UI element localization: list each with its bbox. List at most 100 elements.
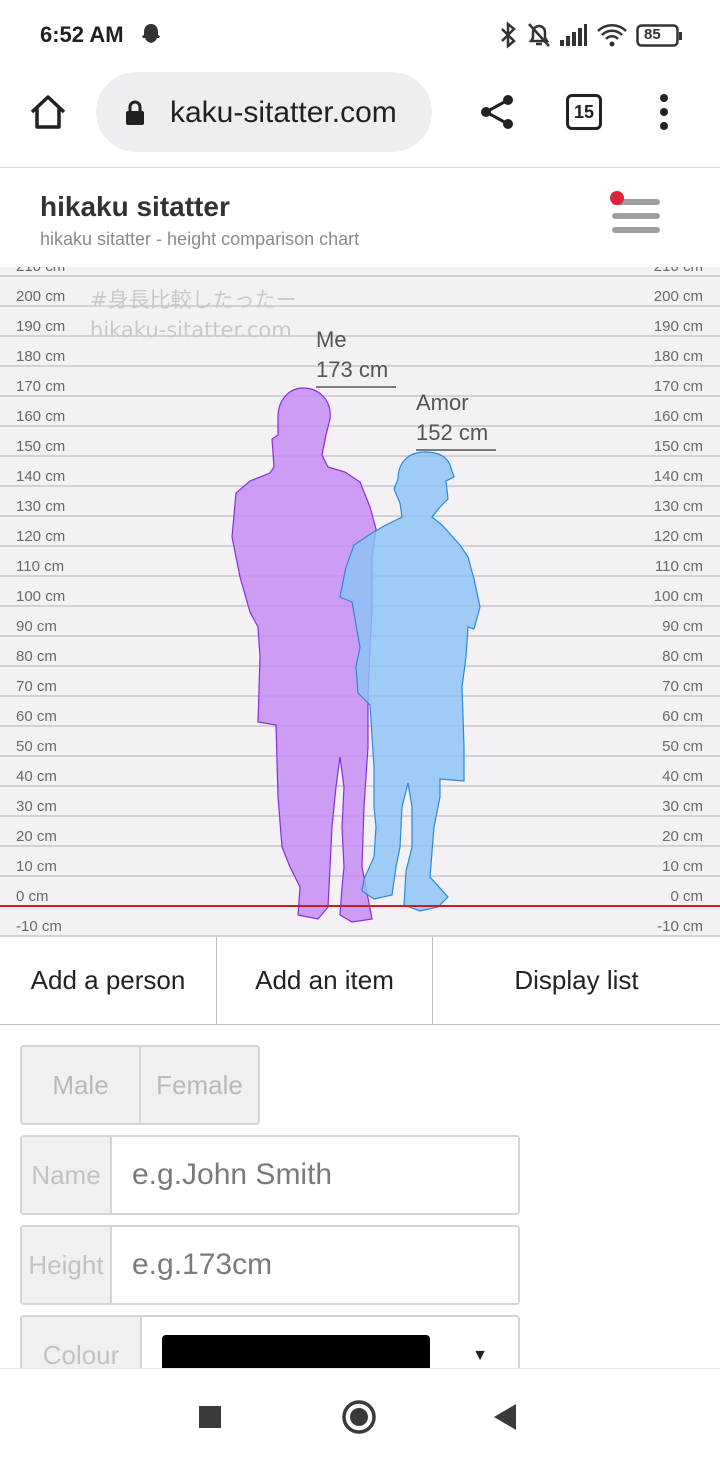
- tick-label-left: 150 cm: [16, 438, 65, 455]
- tick-label-left: 70 cm: [16, 678, 57, 695]
- tick-label-right: 100 cm: [654, 588, 703, 605]
- tick-label-right: 80 cm: [662, 648, 703, 665]
- person-amor-height: 152 cm: [416, 420, 488, 445]
- recents-square-icon[interactable]: [198, 1405, 222, 1434]
- name-input[interactable]: [112, 1137, 518, 1213]
- battery-icon: 85: [636, 24, 684, 53]
- tick-label-right: 110 cm: [655, 558, 703, 575]
- lock-icon: [124, 100, 146, 131]
- tick-label-right: 210 cm: [654, 267, 703, 275]
- tick-labels-left: 210 cm 200 cm 190 cm 180 cm 170 cm 160 cm 150 …: [16, 267, 65, 935]
- system-nav-bar: [0, 1368, 720, 1464]
- tick-label-right: 50 cm: [662, 738, 703, 755]
- tick-label-left: 90 cm: [16, 618, 57, 635]
- wifi-icon: [596, 22, 628, 53]
- tabs-button[interactable]: 15: [566, 94, 602, 130]
- tab-bar: Add a person Add an item Display list: [0, 937, 720, 1025]
- tick-label-left: 180 cm: [16, 348, 65, 365]
- tick-label-left: 210 cm: [16, 267, 65, 275]
- tick-label-right: 150 cm: [654, 438, 703, 455]
- tick-label-right: 10 cm: [662, 858, 703, 875]
- home-icon: [30, 95, 66, 129]
- height-field: Height: [20, 1225, 520, 1305]
- person-me-name: Me: [316, 327, 347, 352]
- tick-label-right: 170 cm: [654, 378, 703, 395]
- tick-label-left: 110 cm: [16, 558, 64, 575]
- tick-label-left: 160 cm: [16, 408, 65, 425]
- colour-select[interactable]: ▼: [142, 1317, 518, 1368]
- tick-labels-right: 210 cm 200 cm 190 cm 180 cm 170 cm 160 cm 150 …: [654, 267, 703, 935]
- tick-label-right: 90 cm: [662, 618, 703, 635]
- home-circle-icon[interactable]: [341, 1399, 377, 1440]
- chevron-down-icon: ▼: [472, 1347, 488, 1364]
- share-icon: [481, 95, 513, 129]
- tick-label-right: 30 cm: [662, 798, 703, 815]
- status-time: 6:52 AM: [40, 22, 124, 47]
- tick-label-right: 0 cm: [670, 888, 703, 905]
- tick-label-left: 60 cm: [16, 708, 57, 725]
- watermark-line-1: #身長比較したったー: [90, 288, 297, 312]
- tick-label-right: 190 cm: [654, 318, 703, 335]
- tick-label-left: 50 cm: [16, 738, 57, 755]
- tick-label-left: 0 cm: [16, 888, 49, 905]
- share-button[interactable]: [478, 92, 518, 132]
- tick-label-right: 180 cm: [654, 348, 703, 365]
- height-chart: 210 cm 200 cm 190 cm 180 cm 170 cm 160 cm 150 …: [0, 267, 720, 937]
- colour-label: Colour: [22, 1317, 142, 1368]
- tick-label-left: 140 cm: [16, 468, 65, 485]
- bell-muted-icon: [526, 20, 552, 55]
- more-vert-button[interactable]: [650, 90, 678, 134]
- tab-add-person[interactable]: Add a person: [0, 937, 216, 1025]
- tick-label-right: 20 cm: [662, 828, 703, 845]
- bluetooth-icon: [498, 20, 518, 55]
- tick-label-right: 130 cm: [654, 498, 703, 515]
- add-person-form: Male Female Name Height Colour ▼: [0, 1025, 720, 1368]
- gender-female-button[interactable]: Female: [139, 1047, 258, 1123]
- back-triangle-icon[interactable]: [492, 1402, 518, 1437]
- status-bar: 6:52 AM 85: [0, 0, 720, 70]
- browser-toolbar: kaku-sitatter.com 15: [0, 70, 720, 168]
- site-header: hikaku sitatter hikaku sitatter - height…: [0, 169, 720, 267]
- name-label: Name: [22, 1137, 112, 1213]
- person-me-height: 173 cm: [316, 357, 388, 382]
- name-field: Name: [20, 1135, 520, 1215]
- tick-label-left: -10 cm: [16, 918, 62, 935]
- gender-selector: Male Female: [20, 1045, 260, 1125]
- tick-label-right: 140 cm: [654, 468, 703, 485]
- tick-label-left: 130 cm: [16, 498, 65, 515]
- url-text: kaku-sitatter.com: [170, 96, 397, 129]
- battery-level: 85: [644, 26, 661, 43]
- tick-label-right: 120 cm: [654, 528, 703, 545]
- snapchat-ghost-icon: [138, 22, 164, 53]
- tab-display-list[interactable]: Display list: [433, 937, 720, 1025]
- tick-label-left: 40 cm: [16, 768, 57, 785]
- tick-label-left: 80 cm: [16, 648, 57, 665]
- height-chart-canvas: 210 cm 200 cm 190 cm 180 cm 170 cm 160 cm 150 …: [0, 267, 720, 937]
- height-label: Height: [22, 1227, 112, 1303]
- tick-label-left: 190 cm: [16, 318, 65, 335]
- more-vert-icon: [660, 94, 668, 130]
- signal-icon: [558, 24, 588, 53]
- colour-swatch: [162, 1335, 430, 1368]
- tick-label-right: 40 cm: [662, 768, 703, 785]
- tick-label-left: 20 cm: [16, 828, 57, 845]
- tab-add-item[interactable]: Add an item: [216, 937, 433, 1025]
- gender-male-button[interactable]: Male: [22, 1047, 139, 1123]
- colour-field: Colour ▼: [20, 1315, 520, 1368]
- tick-label-left: 10 cm: [16, 858, 57, 875]
- tick-label-left: 120 cm: [16, 528, 65, 545]
- tick-label-left: 170 cm: [16, 378, 65, 395]
- tick-label-right: -10 cm: [657, 918, 703, 935]
- person-me-silhouette[interactable]: [231, 387, 377, 923]
- person-amor-name: Amor: [416, 390, 469, 415]
- hamburger-menu-button[interactable]: [610, 191, 662, 241]
- tick-label-right: 60 cm: [662, 708, 703, 725]
- home-button[interactable]: [26, 90, 70, 134]
- tick-label-left: 100 cm: [16, 588, 65, 605]
- site-title[interactable]: hikaku sitatter: [40, 191, 230, 223]
- tick-label-left: 200 cm: [16, 288, 65, 305]
- height-input[interactable]: [112, 1227, 518, 1303]
- tick-label-left: 30 cm: [16, 798, 57, 815]
- url-bar[interactable]: kaku-sitatter.com: [96, 72, 432, 152]
- watermark-line-2: hikaku-sitatter.com: [90, 318, 292, 342]
